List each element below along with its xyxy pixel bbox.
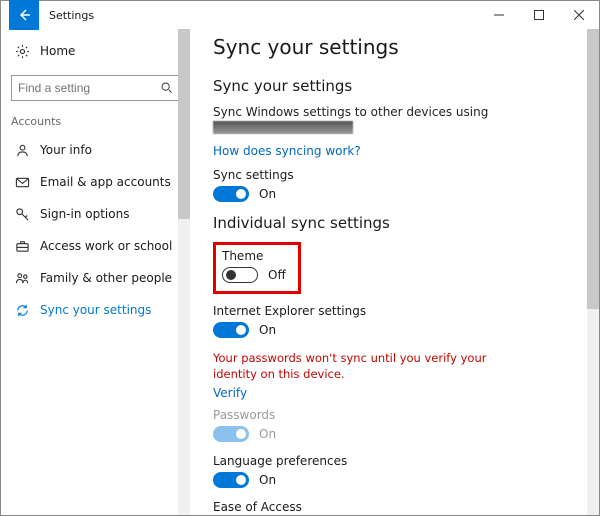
person-icon bbox=[15, 143, 30, 158]
search-input[interactable] bbox=[18, 81, 160, 95]
key-icon bbox=[15, 207, 30, 222]
window-controls bbox=[479, 1, 599, 29]
password-warning: Your passwords won't sync until you veri… bbox=[213, 350, 533, 382]
toggle-label: Theme bbox=[222, 249, 286, 263]
sync-icon bbox=[15, 303, 30, 318]
toggle-state: Off bbox=[268, 268, 286, 282]
sidebar-item-work[interactable]: Access work or school bbox=[11, 230, 180, 262]
toggle-state: On bbox=[259, 323, 276, 337]
sidebar-item-label: Access work or school bbox=[40, 239, 172, 253]
main-scrollbar-thumb[interactable] bbox=[587, 29, 599, 309]
sidebar-item-label: Sync your settings bbox=[40, 303, 151, 317]
passwords-toggle-block: Passwords On bbox=[213, 408, 579, 442]
home-label: Home bbox=[40, 44, 75, 58]
section-heading: Individual sync settings bbox=[213, 214, 579, 232]
sync-description: Sync Windows settings to other devices u… bbox=[213, 105, 579, 119]
main-scrollbar[interactable] bbox=[587, 29, 599, 515]
sidebar-item-family[interactable]: Family & other people bbox=[11, 262, 180, 294]
language-toggle-block: Language preferences On bbox=[213, 454, 579, 488]
toggle-label: Language preferences bbox=[213, 454, 579, 468]
sync-settings-toggle[interactable] bbox=[213, 186, 249, 202]
people-icon bbox=[15, 271, 30, 286]
highlight-box: Theme Off bbox=[213, 242, 301, 294]
search-box[interactable] bbox=[11, 75, 180, 101]
main-content: Sync your settings Sync your settings Sy… bbox=[191, 29, 599, 515]
section-label: Accounts bbox=[11, 115, 180, 128]
gear-icon bbox=[15, 44, 30, 59]
window-title: Settings bbox=[49, 9, 94, 22]
sidebar: Home Accounts Your info Email & app acco… bbox=[1, 29, 191, 515]
close-button[interactable] bbox=[559, 1, 599, 29]
sidebar-item-email[interactable]: Email & app accounts bbox=[11, 166, 180, 198]
toggle-label: Internet Explorer settings bbox=[213, 304, 579, 318]
toggle-label: Passwords bbox=[213, 408, 579, 422]
mail-icon bbox=[15, 175, 30, 190]
sidebar-item-your-info[interactable]: Your info bbox=[11, 134, 180, 166]
sync-settings-toggle-block: Sync settings On bbox=[213, 168, 579, 202]
toggle-state: On bbox=[259, 473, 276, 487]
sidebar-item-label: Sign-in options bbox=[40, 207, 129, 221]
toggle-state: On bbox=[259, 427, 276, 441]
page-title: Sync your settings bbox=[213, 35, 579, 59]
maximize-button[interactable] bbox=[519, 1, 559, 29]
account-name-redacted bbox=[213, 121, 353, 134]
toggle-state: On bbox=[259, 187, 276, 201]
section-heading: Sync your settings bbox=[213, 77, 579, 95]
sidebar-item-label: Family & other people bbox=[40, 271, 172, 285]
sidebar-item-signin[interactable]: Sign-in options bbox=[11, 198, 180, 230]
minimize-button[interactable] bbox=[479, 1, 519, 29]
theme-toggle-block: Theme Off bbox=[222, 249, 286, 283]
language-toggle[interactable] bbox=[213, 472, 249, 488]
passwords-toggle bbox=[213, 426, 249, 442]
titlebar: Settings bbox=[1, 1, 599, 29]
ie-toggle-block: Internet Explorer settings On bbox=[213, 304, 579, 338]
search-icon bbox=[160, 81, 173, 95]
ease-toggle-block: Ease of Access On bbox=[213, 500, 579, 515]
briefcase-icon bbox=[15, 239, 30, 254]
theme-toggle[interactable] bbox=[222, 267, 258, 283]
toggle-label: Sync settings bbox=[213, 168, 579, 182]
how-sync-link[interactable]: How does syncing work? bbox=[213, 144, 579, 158]
toggle-label: Ease of Access bbox=[213, 500, 579, 514]
sidebar-item-label: Email & app accounts bbox=[40, 175, 171, 189]
ie-toggle[interactable] bbox=[213, 322, 249, 338]
home-nav[interactable]: Home bbox=[11, 35, 180, 67]
sidebar-item-label: Your info bbox=[40, 143, 92, 157]
sidebar-item-sync[interactable]: Sync your settings bbox=[11, 294, 180, 326]
sidebar-scrollbar[interactable] bbox=[178, 29, 190, 515]
sidebar-scrollbar-thumb[interactable] bbox=[178, 29, 190, 219]
verify-link[interactable]: Verify bbox=[213, 386, 579, 400]
back-button[interactable] bbox=[9, 0, 39, 30]
